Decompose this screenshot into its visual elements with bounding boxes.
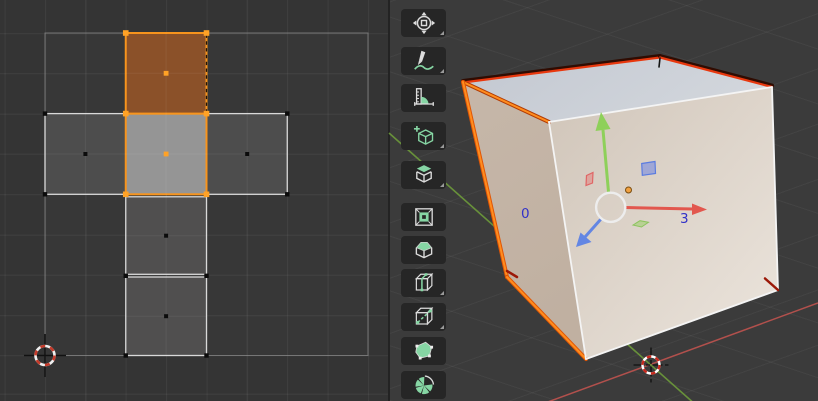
tool-button-extrude-region[interactable] xyxy=(401,161,446,189)
cube-edge-hidden-back-tick xyxy=(658,57,661,68)
tool-button-add-cube[interactable] xyxy=(401,122,446,150)
measure-ruler-icon xyxy=(413,88,434,106)
tool-button-tweak-select[interactable] xyxy=(401,9,446,37)
extrude-region-icon xyxy=(415,165,432,183)
tweak-select-icon xyxy=(412,11,435,35)
spin-icon xyxy=(415,375,434,395)
annotate-pencil-icon xyxy=(413,50,434,70)
tool-button-poly-build[interactable] xyxy=(401,337,446,365)
origin-dot-icon xyxy=(625,186,632,194)
bevel-icon xyxy=(415,241,432,259)
label-front-face: 3 xyxy=(680,211,689,227)
tool-button-bevel[interactable] xyxy=(401,236,446,264)
inset-faces-icon xyxy=(414,208,433,226)
blender-workspace: 0 3 xyxy=(0,0,818,401)
viewport-3d: 0 3 xyxy=(388,54,818,401)
tool-button-loop-cut[interactable] xyxy=(401,269,446,297)
tool-button-spin[interactable] xyxy=(401,371,446,399)
tool-button-measure[interactable] xyxy=(401,84,446,112)
tool-button-annotate[interactable] xyxy=(401,47,446,75)
cube-face-front[interactable] xyxy=(549,87,778,359)
add-cube-icon xyxy=(413,125,433,145)
tool-button-inset-faces[interactable] xyxy=(401,203,446,231)
label-left-face: 0 xyxy=(521,206,530,222)
gizmo-plane-z-icon[interactable] xyxy=(641,160,657,176)
tool-button-knife[interactable] xyxy=(401,303,446,331)
knife-icon xyxy=(414,306,433,326)
uv-editor xyxy=(24,30,369,377)
poly-build-icon xyxy=(414,341,433,360)
gizmo-arrow-red-icon[interactable] xyxy=(625,206,694,211)
toolbar xyxy=(401,0,446,401)
loop-cut-icon xyxy=(414,272,433,292)
